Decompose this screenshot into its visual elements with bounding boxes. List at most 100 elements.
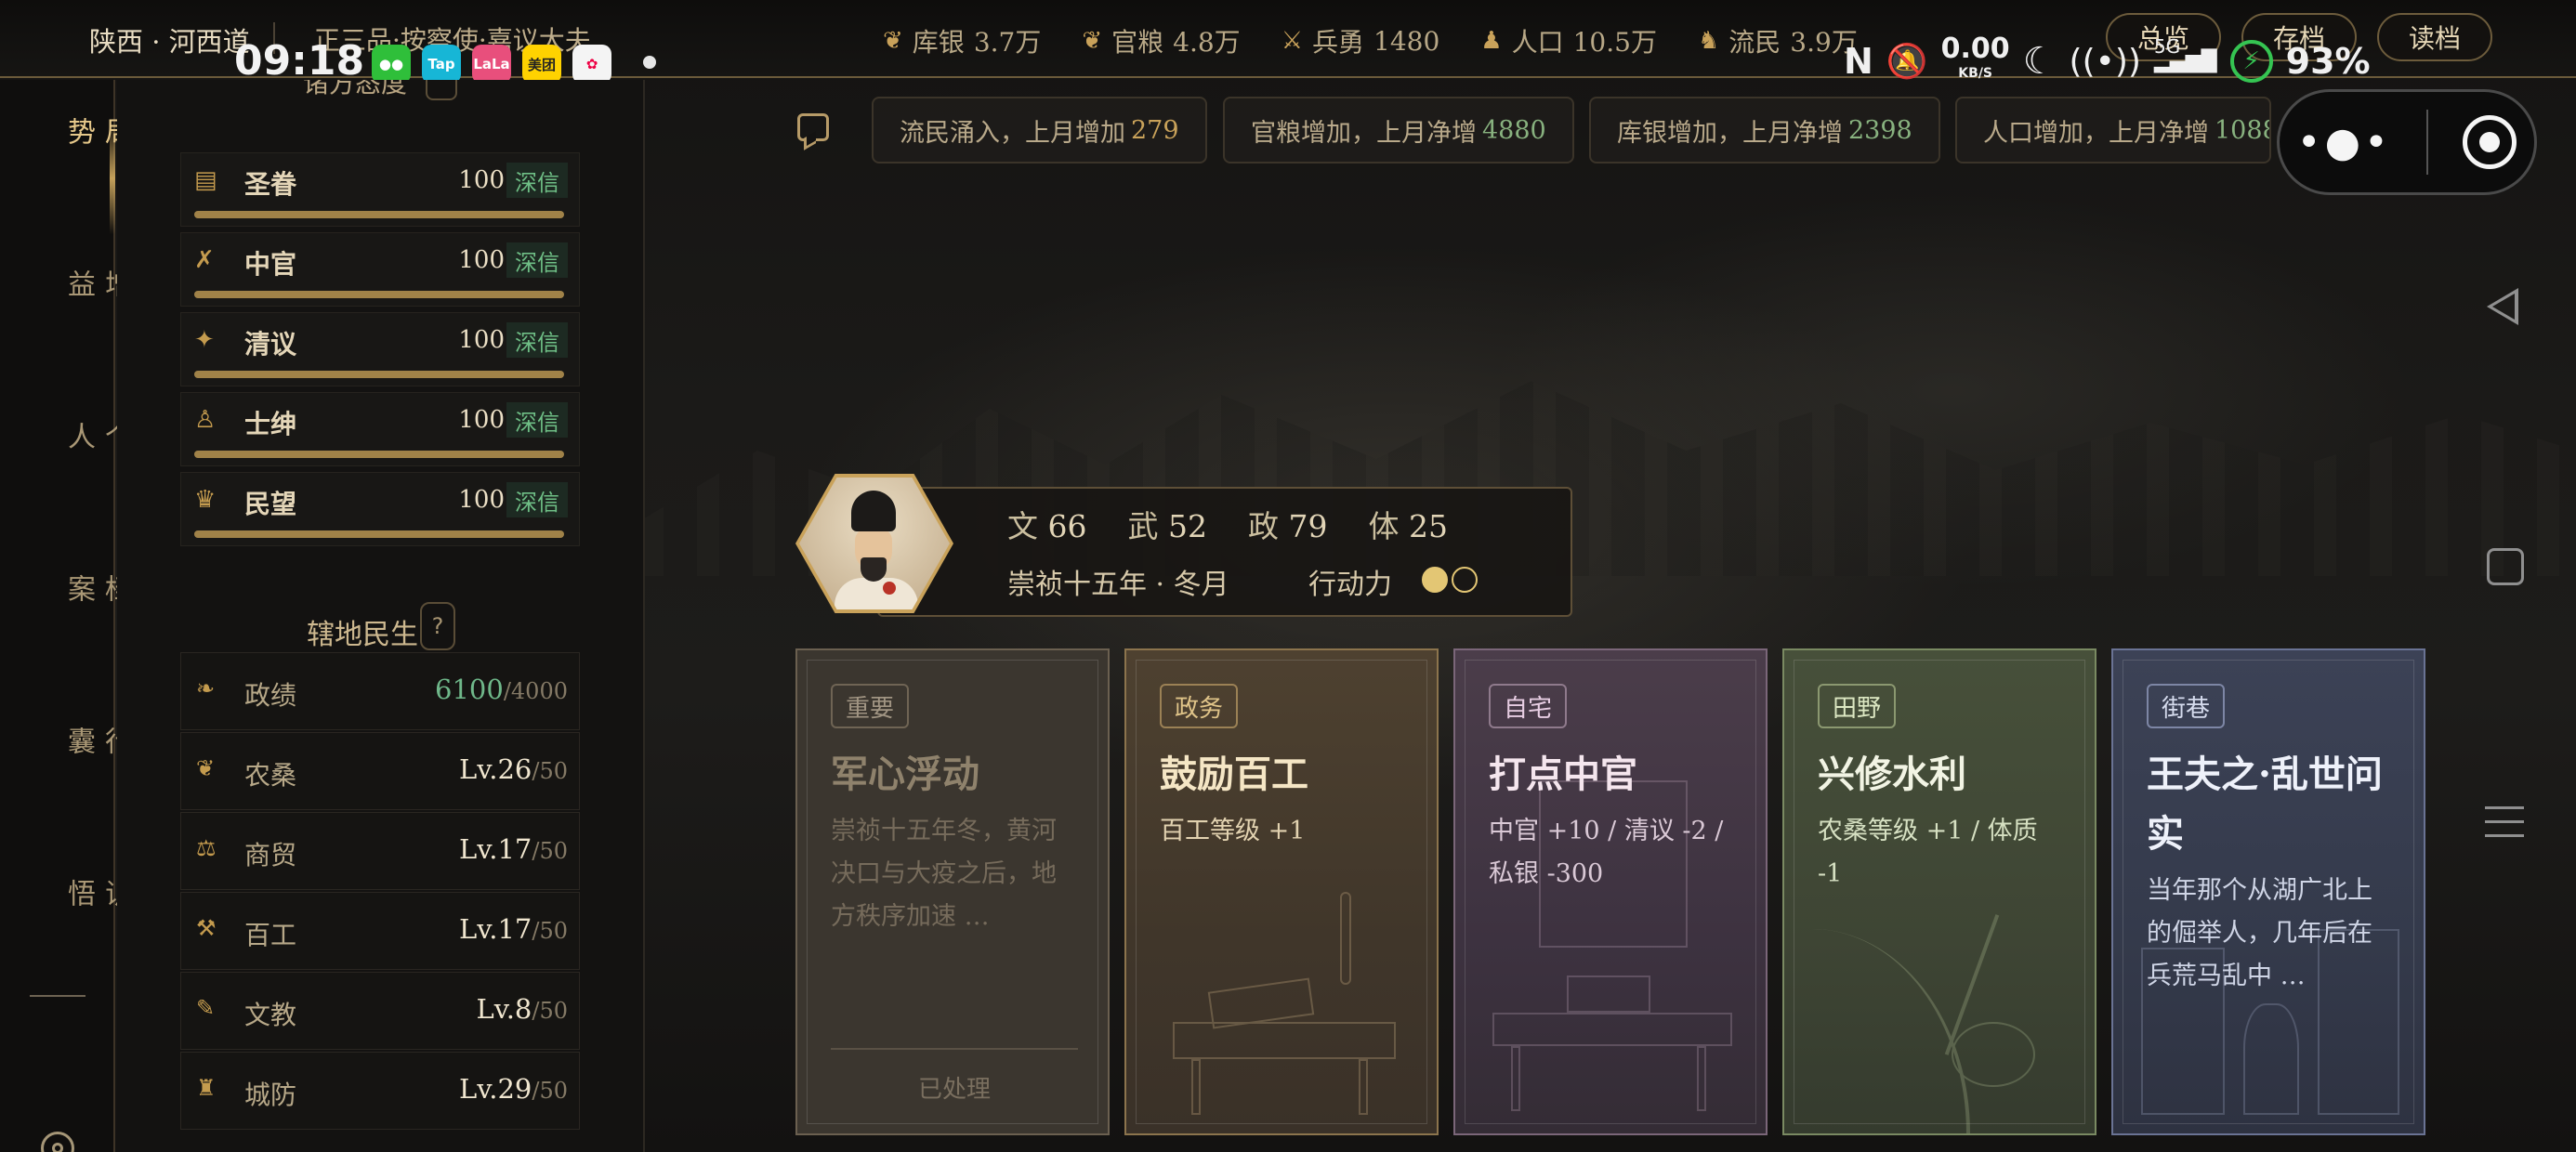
faction-name: 清议 bbox=[244, 330, 297, 359]
card-tag: 街巷 bbox=[2147, 684, 2226, 728]
action-points-label: 行动力 bbox=[1308, 569, 1392, 601]
back-triangle-icon[interactable] bbox=[2487, 288, 2518, 325]
nav-divider bbox=[30, 995, 85, 997]
card-tag: 政务 bbox=[1160, 684, 1239, 728]
portrait-image bbox=[799, 478, 950, 609]
scholar-icon: ✦ bbox=[194, 326, 215, 354]
news-item[interactable]: 流民涌入，上月增加 279 bbox=[872, 97, 1207, 164]
more-dots-icon[interactable]: •●• bbox=[2297, 119, 2392, 166]
event-card-craft[interactable]: 政务 鼓励百工 百工等级 +1 bbox=[1124, 648, 1439, 1135]
education-icon: ✎ bbox=[196, 995, 216, 1021]
home-square-icon[interactable] bbox=[2487, 548, 2524, 585]
livelihood-row[interactable]: ♜ 城防 Lv.29/50 bbox=[180, 1052, 580, 1130]
wechat-icon: ●● bbox=[372, 45, 411, 84]
faction-row: ▤ 圣眷 100 深信 bbox=[180, 152, 580, 227]
livelihood-name: 文教 bbox=[244, 1000, 297, 1030]
load-button[interactable]: 读档 bbox=[2377, 13, 2492, 61]
livelihood-title: 辖地民生 bbox=[307, 619, 418, 651]
eunuch-icon: ✗ bbox=[194, 246, 215, 274]
resource-label: 人口 bbox=[1511, 27, 1564, 58]
news-item[interactable]: 库银增加，上月净增 2398 bbox=[1589, 97, 1940, 164]
resource-value: 3.7万 bbox=[973, 27, 1042, 58]
card-title: 王夫之·乱世问实 bbox=[2147, 753, 2383, 856]
moon-icon: ☾ bbox=[2022, 40, 2057, 83]
silver-icon: ❦ bbox=[883, 27, 903, 55]
settings-gear-icon[interactable] bbox=[41, 1132, 74, 1152]
livelihood-row[interactable]: ❧ 政绩 6100/4000 bbox=[180, 652, 580, 730]
action-point-filled bbox=[1422, 567, 1448, 593]
faction-badge: 深信 bbox=[506, 402, 568, 438]
factions-help-button[interactable] bbox=[426, 80, 457, 100]
faction-name: 中官 bbox=[244, 250, 297, 279]
resource-label: 官粮 bbox=[1111, 27, 1164, 58]
taptap-icon: Tap bbox=[422, 45, 461, 84]
faction-row: ✗ 中官 100 深信 bbox=[180, 232, 580, 307]
left-panel: 诸方态度 ▤ 圣眷 100 深信 ✗ 中官 100 深信 ✦ 清议 100 深信… bbox=[117, 80, 645, 1152]
livelihood-value: 6100/4000 bbox=[435, 674, 568, 705]
card-divider bbox=[831, 1048, 1078, 1050]
gallery-icon: ✿ bbox=[572, 45, 611, 84]
event-card-street[interactable]: 街巷 王夫之·乱世问实 当年那个从湖广北上的倔举人，几年后在兵荒马乱中 … bbox=[2111, 648, 2425, 1135]
card-desc: 中官 +10 / 清议 -2 / 私银 -300 bbox=[1489, 817, 1724, 888]
card-tag: 重要 bbox=[831, 684, 910, 728]
news-item[interactable]: 官粮增加，上月净增 4880 bbox=[1223, 97, 1574, 164]
card-title: 打点中官 bbox=[1489, 753, 1637, 796]
nfc-icon: N bbox=[1844, 41, 1873, 82]
close-target-icon[interactable] bbox=[2463, 115, 2517, 169]
event-card-residence[interactable]: 自宅 打点中官 中官 +10 / 清议 -2 / 私银 -300 bbox=[1453, 648, 1768, 1135]
merit-icon: ❧ bbox=[196, 675, 216, 701]
livelihood-row[interactable]: ⚒ 百工 Lv.17/50 bbox=[180, 892, 580, 970]
livelihood-name: 城防 bbox=[244, 1080, 297, 1110]
livelihood-value: Lv.17/50 bbox=[459, 833, 568, 865]
livelihood-row[interactable]: ⚖ 商贸 Lv.17/50 bbox=[180, 812, 580, 890]
capsule-divider bbox=[2426, 110, 2429, 175]
livelihood-help-button[interactable]: ? bbox=[420, 602, 455, 650]
faction-bar bbox=[194, 451, 564, 458]
field-illustration bbox=[1812, 914, 2070, 1133]
resource-value: 10.5万 bbox=[1572, 27, 1657, 58]
livelihood-row[interactable]: ✎ 文教 Lv.8/50 bbox=[180, 972, 580, 1050]
farm-icon: ❦ bbox=[196, 755, 216, 781]
livelihood-row[interactable]: ❦ 农桑 Lv.26/50 bbox=[180, 732, 580, 810]
study-illustration bbox=[1483, 780, 1741, 1115]
resource-silver: ❦ 库银 3.7万 bbox=[883, 22, 1041, 59]
trade-icon: ⚖ bbox=[196, 835, 217, 861]
event-card-military[interactable]: 重要 军心浮动 崇祯十五年冬，黄河决口与大疫之后，地方秩序加速 … 已处理 bbox=[795, 648, 1110, 1135]
card-title: 兴修水利 bbox=[1818, 753, 1966, 796]
message-icon[interactable] bbox=[797, 113, 829, 141]
faction-bar-fill bbox=[194, 371, 564, 378]
card-desc: 百工等级 +1 bbox=[1160, 817, 1306, 845]
faction-bar bbox=[194, 371, 564, 378]
faction-name: 士绅 bbox=[244, 410, 297, 439]
action-point-empty bbox=[1452, 567, 1478, 593]
mini-program-capsule: •●• bbox=[2277, 89, 2537, 195]
faction-badge: 深信 bbox=[506, 163, 568, 198]
stat-politics: 政 79 bbox=[1248, 508, 1328, 544]
resource-label: 库银 bbox=[912, 27, 965, 58]
era-date: 崇祯十五年 · 冬月 bbox=[1007, 569, 1229, 601]
grain-icon: ❦ bbox=[1082, 27, 1103, 55]
faction-bar bbox=[194, 530, 564, 538]
faction-badge: 深信 bbox=[506, 322, 568, 358]
lala-icon: LaLa bbox=[472, 45, 511, 84]
refugee-icon: ♞ bbox=[1697, 27, 1720, 55]
net-speed: 0.00 KB/S bbox=[1940, 33, 2010, 82]
population-icon: ♟ bbox=[1480, 27, 1503, 55]
faction-badge: 深信 bbox=[506, 482, 568, 517]
resource-bar: ❦ 库银 3.7万 ❦ 官粮 4.8万 ⚔ 兵勇 1480 ♟ 人口 10.5万 ♞ 流民 3.9万 bbox=[883, 22, 1858, 59]
card-desc: 农桑等级 +1 / 体质 -1 bbox=[1818, 817, 2038, 888]
menu-lines-icon[interactable] bbox=[2485, 806, 2524, 848]
news-item[interactable]: 人口增加，上月净增1088 bbox=[1955, 97, 2271, 164]
event-card-irrigation[interactable]: 田野 兴修水利 农桑等级 +1 / 体质 -1 bbox=[1782, 648, 2096, 1135]
battery-percent: 93% bbox=[2285, 41, 2371, 82]
left-nav: 局势 增益 个人 档案 行囊 识悟 bbox=[0, 80, 132, 1152]
battery-charging-icon: ⚡ bbox=[2229, 40, 2273, 83]
gentry-icon: ♙ bbox=[194, 406, 217, 434]
livelihood-name: 商贸 bbox=[244, 840, 297, 871]
resource-label: 兵勇 bbox=[1312, 27, 1365, 58]
defense-icon: ♜ bbox=[196, 1075, 217, 1101]
livelihood-value: Lv.17/50 bbox=[459, 913, 568, 945]
status-time: 09:18 bbox=[234, 37, 365, 85]
faction-bar bbox=[194, 291, 564, 298]
livelihood-value: Lv.8/50 bbox=[476, 993, 569, 1025]
